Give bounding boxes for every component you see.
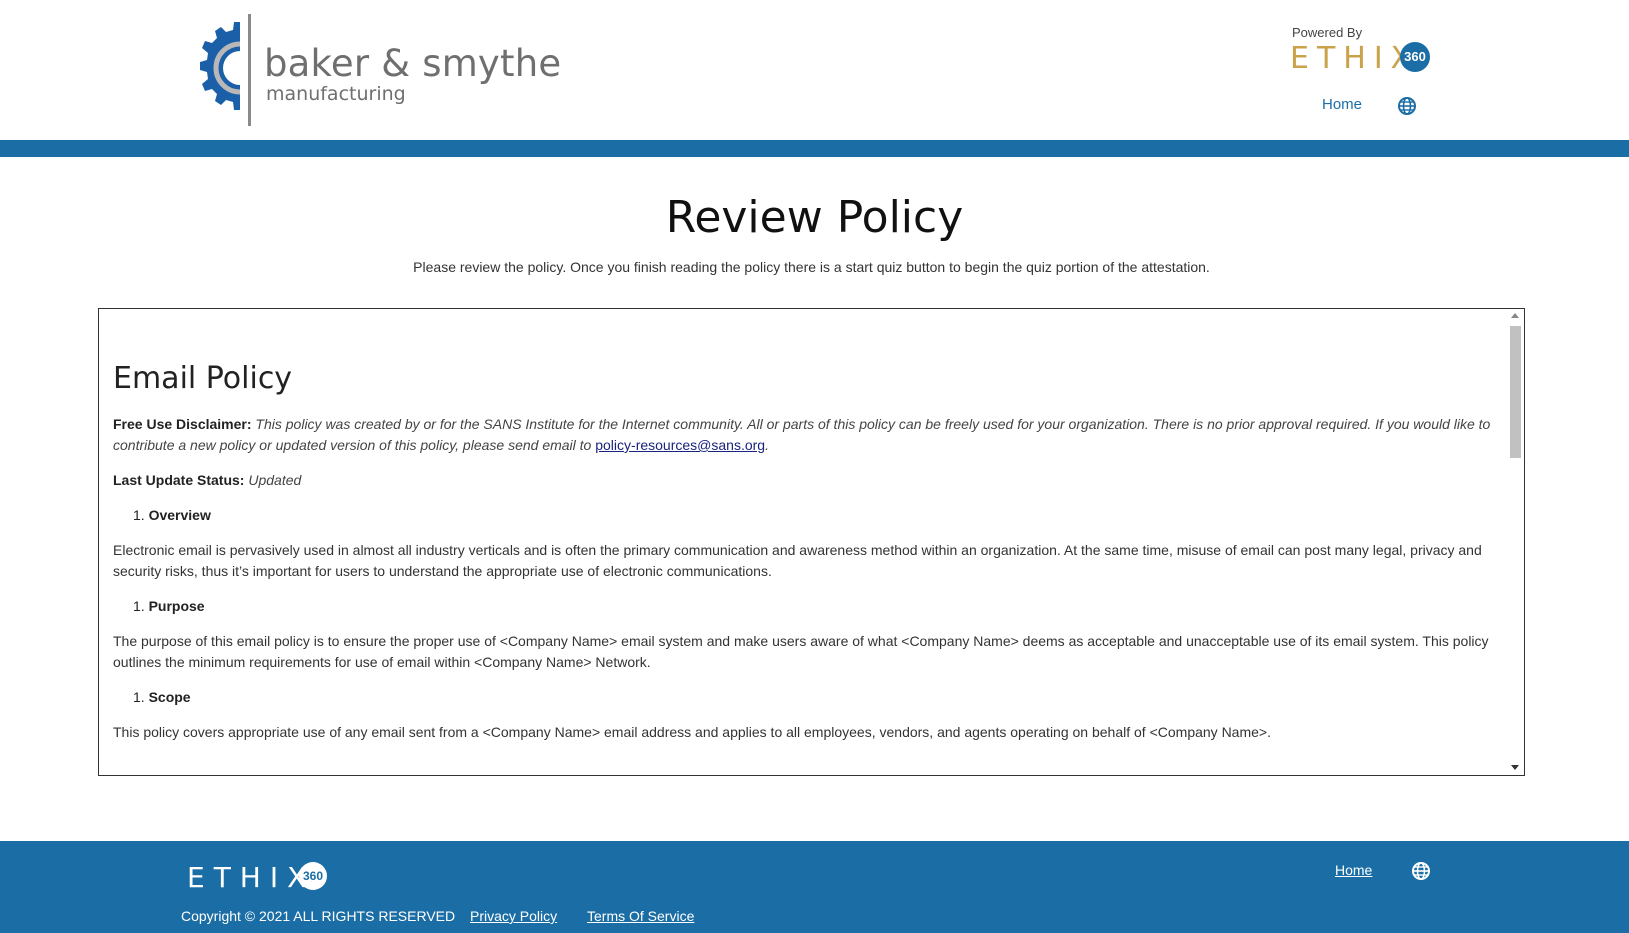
disclaimer-paragraph: Free Use Disclaimer: This policy was cre… bbox=[113, 414, 1493, 456]
section-number: 1. bbox=[133, 507, 145, 523]
company-logo[interactable]: baker & smythe manufacturing bbox=[200, 14, 561, 126]
site-footer: ETHIX 360 Copyright © 2021 ALL RIGHTS RE… bbox=[0, 841, 1629, 933]
disclaimer-text: This policy was created by or for the SA… bbox=[113, 416, 1491, 453]
disclaimer-label: Free Use Disclaimer: bbox=[113, 416, 252, 432]
section-body-purpose: The purpose of this email policy is to e… bbox=[113, 633, 1489, 670]
section-body-scope: This policy covers appropriate use of an… bbox=[113, 724, 1271, 740]
header-home-link[interactable]: Home bbox=[1322, 96, 1362, 113]
copyright-text: Copyright © 2021 ALL RIGHTS RESERVED bbox=[181, 908, 456, 924]
status-label: Last Update Status: bbox=[113, 472, 245, 488]
footer-home-link[interactable]: Home bbox=[1335, 862, 1372, 878]
powered-by-label: Powered By bbox=[1292, 25, 1363, 40]
section-title: Purpose bbox=[148, 598, 205, 614]
scroll-down-arrow-icon[interactable] bbox=[1511, 765, 1519, 770]
site-header: baker & smythe manufacturing Powered By … bbox=[0, 0, 1629, 140]
gear-logo-icon bbox=[200, 14, 257, 126]
status-paragraph: Last Update Status: Updated bbox=[113, 470, 1493, 491]
section-title: Scope bbox=[148, 689, 191, 705]
powered-by-logo: Powered By ETHIX 360 bbox=[1290, 24, 1442, 76]
logo-company-subtitle: manufacturing bbox=[266, 83, 406, 105]
disclaimer-email-link[interactable]: policy-resources@sans.org bbox=[595, 437, 765, 453]
section-heading-overview: 1. Overview bbox=[133, 505, 1493, 526]
status-value: Updated bbox=[244, 472, 302, 488]
disclaimer-end: . bbox=[765, 437, 769, 453]
globe-icon[interactable] bbox=[1397, 96, 1417, 116]
scroll-up-arrow-icon[interactable] bbox=[1511, 313, 1519, 318]
privacy-policy-link[interactable]: Privacy Policy bbox=[470, 908, 557, 924]
policy-scrollbar[interactable] bbox=[1507, 309, 1524, 775]
powered-by-badge: 360 bbox=[1400, 42, 1430, 72]
terms-of-service-link[interactable]: Terms Of Service bbox=[587, 908, 694, 924]
section-heading-scope: 1. Scope bbox=[133, 687, 1493, 708]
globe-icon[interactable] bbox=[1411, 861, 1431, 881]
footer-brand-badge: 360 bbox=[299, 862, 327, 890]
page-description: Please review the policy. Once you finis… bbox=[413, 259, 1210, 275]
header-divider-bar bbox=[0, 140, 1629, 157]
scroll-thumb[interactable] bbox=[1510, 326, 1521, 458]
section-body-overview: Electronic email is pervasively used in … bbox=[113, 542, 1482, 579]
section-number: 1. bbox=[133, 598, 145, 614]
page-title: Review Policy bbox=[665, 192, 964, 243]
policy-content: Email Policy Free Use Disclaimer: This p… bbox=[113, 361, 1493, 771]
logo-company-name: baker & smythe bbox=[264, 42, 562, 85]
footer-brand-logo: ETHIX bbox=[187, 861, 316, 894]
section-heading-purpose: 1. Purpose bbox=[133, 596, 1493, 617]
section-title: Overview bbox=[148, 507, 211, 523]
section-number: 1. bbox=[133, 689, 145, 705]
policy-viewer[interactable]: Email Policy Free Use Disclaimer: This p… bbox=[98, 308, 1525, 776]
policy-title: Email Policy bbox=[113, 361, 293, 396]
